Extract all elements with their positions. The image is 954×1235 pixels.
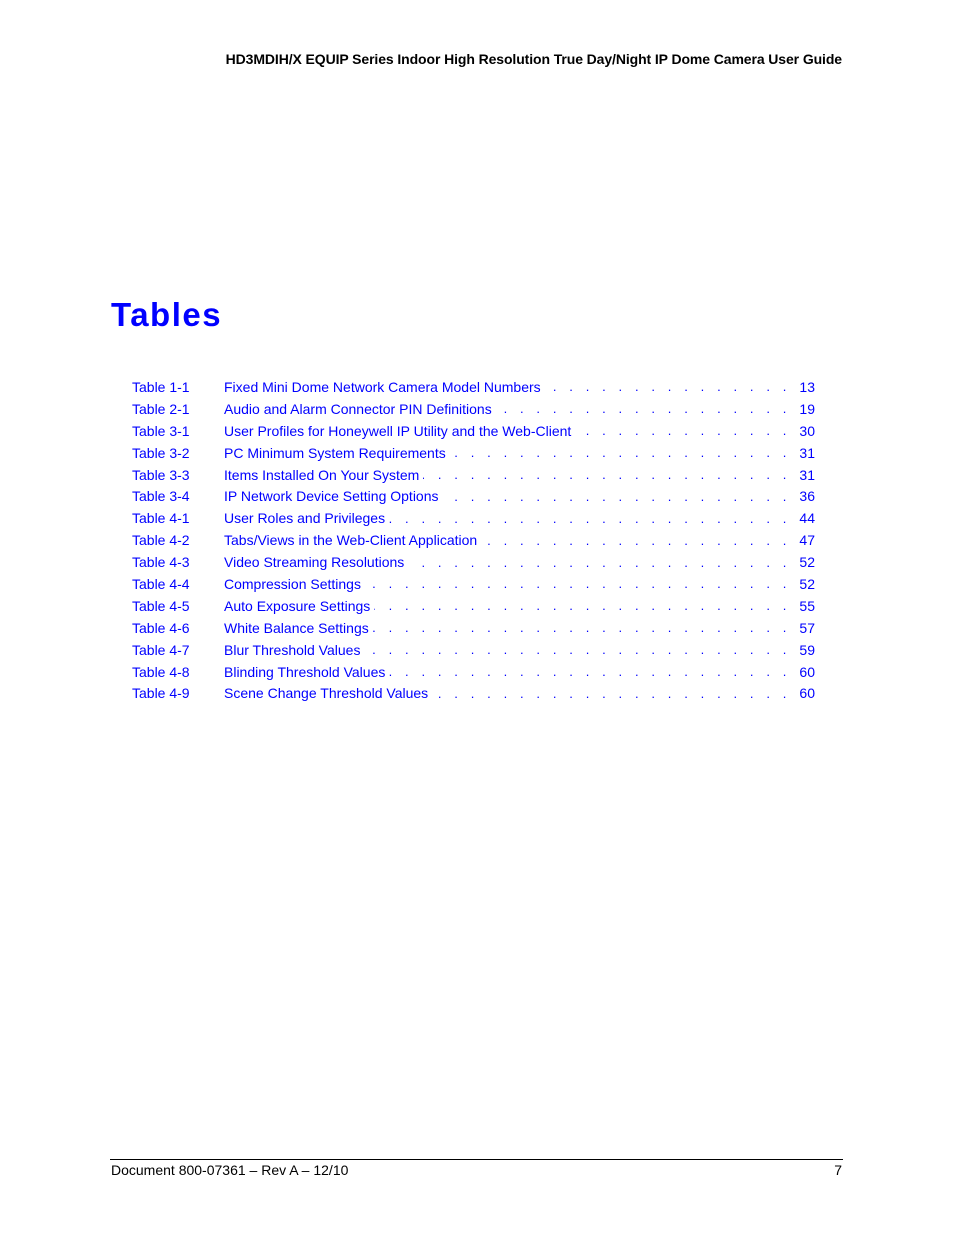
toc-table-title: Blur Threshold Values <box>224 641 365 658</box>
toc-page-number: 19 <box>799 400 815 417</box>
toc-entry[interactable]: Table 3-2 PC Minimum System Requirements… <box>132 442 815 464</box>
dot-leader: . . . . . . . . . . . . . . . . . . . . … <box>423 467 791 482</box>
toc-table-title: Auto Exposure Settings <box>224 597 375 614</box>
toc-table-title: Compression Settings <box>224 575 365 592</box>
toc-page-number: 60 <box>799 663 815 680</box>
toc-table-title: PC Minimum System Requirements <box>224 444 450 461</box>
dot-leader: . . . . . . . . . . . . . . . . . . . . … <box>575 423 791 439</box>
toc-table-number: Table 4-8 <box>132 663 190 680</box>
dot-leader: . . . . . . . . . . . . . . . . . . . . … <box>450 445 791 461</box>
dot-leader: . . . . . . . . . . . . . . . . . . . . … <box>443 488 791 504</box>
dot-leader: . . . . . . . . . . . . . . . . . . . . … <box>389 510 791 526</box>
toc-page-number: 55 <box>799 597 815 614</box>
dot-leader: . . . . . . . . . . . . . . . . . . . . … <box>545 379 791 395</box>
toc-page-number: 52 <box>799 575 815 592</box>
dot-leader: . . . . . . . . . . . . . . . . . . . . … <box>496 401 791 417</box>
toc-table-title: User Profiles for Honeywell IP Utility a… <box>224 422 576 439</box>
toc-entry[interactable]: Table 4-5 Auto Exposure Settings . . . .… <box>132 595 815 617</box>
toc-table-number: Table 4-1 <box>132 510 190 527</box>
dot-leader: . . . . . . . . . . . . . . . . . . . . … <box>372 620 791 636</box>
toc-table-number: Table 4-7 <box>132 641 190 658</box>
toc-page-number: 59 <box>799 641 815 658</box>
footer-divider <box>110 1159 843 1160</box>
toc-page-number: 57 <box>799 619 815 636</box>
dot-leader: . . . . . . . . . . . . . . . . . . . . … <box>481 532 791 548</box>
toc-page-number: 31 <box>799 444 815 461</box>
list-of-tables: Table 1-1 Fixed Mini Dome Network Camera… <box>132 376 815 704</box>
toc-table-title: White Balance Settings <box>224 619 373 636</box>
toc-table-number: Table 1-1 <box>132 378 190 395</box>
toc-table-title: Tabs/Views in the Web-Client Application <box>224 532 482 549</box>
toc-entry[interactable]: Table 3-1 User Profiles for Honeywell IP… <box>132 420 815 442</box>
toc-table-title: Items Installed On Your System <box>224 466 424 483</box>
toc-table-title: Fixed Mini Dome Network Camera Model Num… <box>224 378 545 395</box>
dot-leader: . . . . . . . . . . . . . . . . . . . . … <box>365 576 791 592</box>
toc-page-number: 60 <box>799 685 815 702</box>
toc-entry[interactable]: Table 4-2 Tabs/Views in the Web-Client A… <box>132 529 815 551</box>
toc-table-number: Table 2-1 <box>132 400 190 417</box>
toc-page-number: 44 <box>799 510 815 527</box>
toc-page-number: 13 <box>799 378 815 395</box>
toc-entry[interactable]: Table 2-1 Audio and Alarm Connector PIN … <box>132 398 815 420</box>
toc-table-number: Table 4-2 <box>132 532 190 549</box>
toc-entry[interactable]: Table 4-7 Blur Threshold Values . . . . … <box>132 639 815 661</box>
toc-page-number: 52 <box>799 554 815 571</box>
toc-table-title: Blinding Threshold Values <box>224 663 390 680</box>
toc-table-number: Table 3-3 <box>132 466 190 483</box>
dot-leader: . . . . . . . . . . . . . . . . . . . . … <box>389 664 791 680</box>
page-title: Tables <box>111 296 223 333</box>
toc-table-title: User Roles and Privileges <box>224 510 390 527</box>
toc-table-number: Table 4-6 <box>132 619 190 636</box>
toc-table-number: Table 4-5 <box>132 597 190 614</box>
toc-page-number: 47 <box>799 532 815 549</box>
toc-table-number: Table 4-4 <box>132 575 190 592</box>
toc-table-number: Table 4-3 <box>132 554 190 571</box>
toc-entry[interactable]: Table 4-6 White Balance Settings . . . .… <box>132 617 815 639</box>
toc-entry[interactable]: Table 4-4 Compression Settings . . . . .… <box>132 573 815 595</box>
running-header: HD3MDIH/X EQUIP Series Indoor High Resol… <box>225 51 842 67</box>
toc-page-number: 30 <box>799 422 815 439</box>
footer-document-info: Document 800-07361 – Rev A – 12/10 <box>111 1162 349 1178</box>
toc-table-title: IP Network Device Setting Options <box>224 488 443 505</box>
toc-table-number: Table 3-1 <box>132 422 190 439</box>
toc-table-title: Video Streaming Resolutions <box>224 554 409 571</box>
toc-entry[interactable]: Table 1-1 Fixed Mini Dome Network Camera… <box>132 376 815 398</box>
toc-table-number: Table 3-4 <box>132 488 190 505</box>
dot-leader: . . . . . . . . . . . . . . . . . . . . … <box>408 554 791 570</box>
toc-table-title: Scene Change Threshold Values <box>224 685 433 702</box>
toc-table-title: Audio and Alarm Connector PIN Definition… <box>224 400 496 417</box>
dot-leader: . . . . . . . . . . . . . . . . . . . . … <box>432 685 791 701</box>
toc-entry[interactable]: Table 4-9 Scene Change Threshold Values … <box>132 682 815 704</box>
toc-entry[interactable]: Table 3-4 IP Network Device Setting Opti… <box>132 485 815 507</box>
footer-page-number: 7 <box>834 1162 842 1178</box>
toc-entry[interactable]: Table 4-8 Blinding Threshold Values . . … <box>132 661 815 683</box>
toc-entry[interactable]: Table 4-3 Video Streaming Resolutions . … <box>132 551 815 573</box>
toc-table-number: Table 4-9 <box>132 685 190 702</box>
dot-leader: . . . . . . . . . . . . . . . . . . . . … <box>364 642 791 658</box>
toc-entry[interactable]: Table 4-1 User Roles and Privileges . . … <box>132 507 815 529</box>
dot-leader: . . . . . . . . . . . . . . . . . . . . … <box>374 598 791 614</box>
toc-entry[interactable]: Table 3-3 Items Installed On Your System… <box>132 464 815 486</box>
toc-table-number: Table 3-2 <box>132 444 190 461</box>
toc-page-number: 36 <box>799 488 815 505</box>
toc-page-number: 31 <box>799 466 815 483</box>
